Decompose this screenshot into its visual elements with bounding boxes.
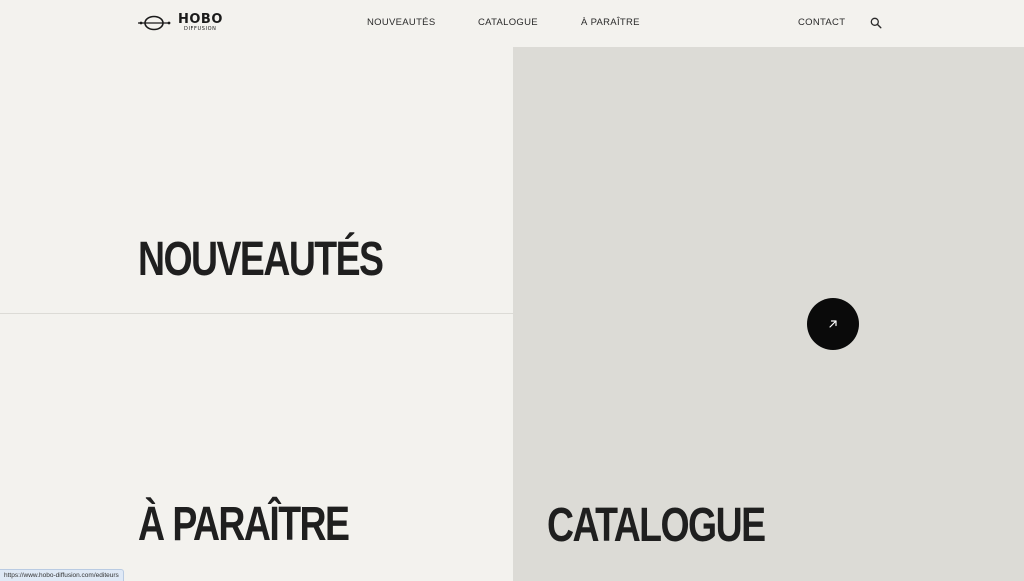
nav-catalogue[interactable]: CATALOGUE — [478, 17, 538, 28]
nouveautes-panel[interactable]: NOUVEAUTÉS — [0, 47, 513, 314]
nav-nouveautes[interactable]: NOUVEAUTÉS — [367, 17, 435, 28]
catalogue-title: CATALOGUE — [547, 499, 766, 552]
search-button[interactable] — [870, 17, 882, 29]
logo-word: HOBO — [178, 12, 223, 27]
catalogue-panel[interactable]: CATALOGUE — [513, 47, 1024, 581]
site-header: HOBO DIFFUSION NOUVEAUTÉS CATALOGUE À PA… — [0, 0, 1024, 47]
nav-contact[interactable]: CONTACT — [798, 17, 845, 28]
search-icon — [870, 17, 882, 29]
nav-a-paraitre[interactable]: À PARAÎTRE — [581, 17, 640, 28]
arrow-up-right-icon — [829, 320, 837, 328]
orbit-logo-icon — [138, 15, 171, 31]
open-arrow-button[interactable] — [807, 298, 859, 350]
logo-link[interactable]: HOBO DIFFUSION — [138, 13, 228, 33]
a-paraitre-panel[interactable]: À PARAÎTRE — [0, 315, 513, 581]
logo-text: HOBO DIFFUSION — [178, 13, 223, 32]
page: HOBO DIFFUSION NOUVEAUTÉS CATALOGUE À PA… — [0, 0, 1024, 581]
logo-subtitle: DIFFUSION — [184, 26, 217, 32]
status-bar-url: https://www.hobo-diffusion.com/editeurs — [0, 569, 124, 581]
a-paraitre-title: À PARAÎTRE — [138, 498, 350, 551]
nouveautes-title: NOUVEAUTÉS — [138, 233, 384, 286]
